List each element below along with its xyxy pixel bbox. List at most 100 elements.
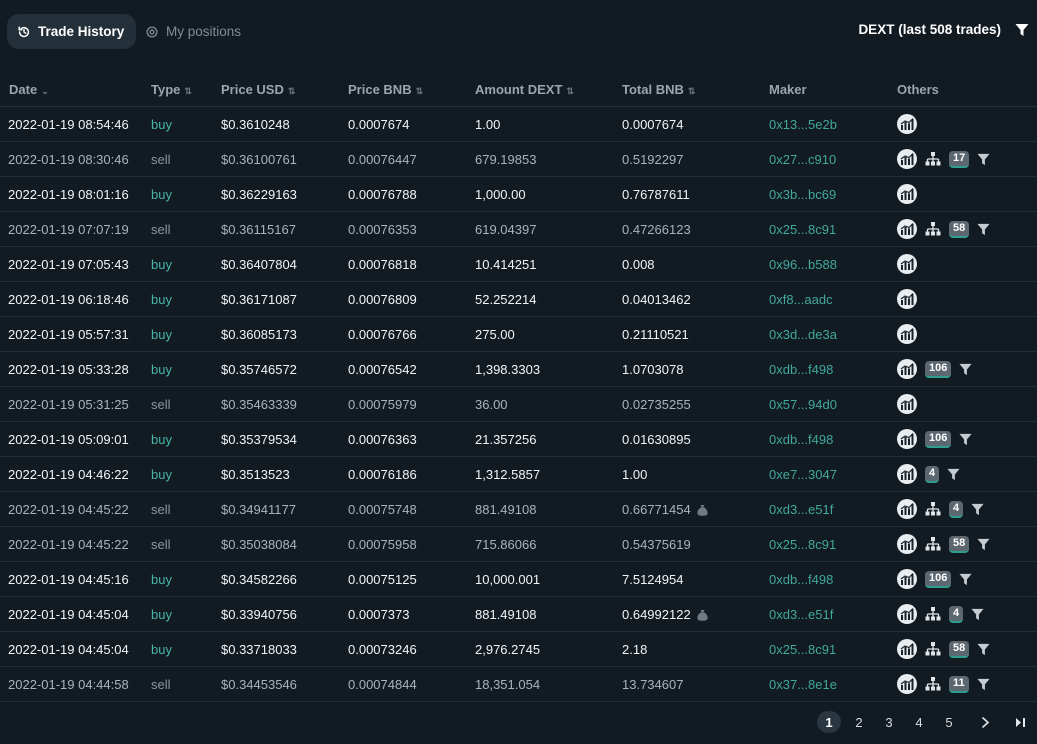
cell-maker-link[interactable]: 0xdb...f498: [769, 561, 897, 597]
cell-maker-link[interactable]: 0x57...94d0: [769, 386, 897, 422]
page-4-button[interactable]: 4: [907, 711, 931, 733]
chart-icon[interactable]: [897, 359, 917, 379]
hierarchy-icon[interactable]: [925, 152, 941, 166]
page-2-button[interactable]: 2: [847, 711, 871, 733]
hierarchy-icon[interactable]: [925, 642, 941, 656]
cell-maker-link[interactable]: 0x25...8c91: [769, 526, 897, 562]
chart-icon[interactable]: [897, 289, 917, 309]
cell-maker-link[interactable]: 0xe7...3047: [769, 456, 897, 492]
column-header-total-bnb[interactable]: Total BNB ⇅: [622, 72, 769, 107]
chart-icon[interactable]: [897, 394, 917, 414]
cell-maker-link[interactable]: 0xdb...f498: [769, 421, 897, 457]
column-header-type[interactable]: Type ⇅: [151, 72, 221, 107]
filter-icon[interactable]: [977, 223, 990, 236]
chart-icon[interactable]: [897, 429, 917, 449]
filter-icon[interactable]: [977, 643, 990, 656]
chart-icon[interactable]: [897, 569, 917, 589]
cell-maker-link[interactable]: 0x25...8c91: [769, 631, 897, 667]
total-value: 0.21110521: [622, 326, 689, 342]
others-cell-content: [897, 394, 1037, 414]
others-cell-content: 4: [897, 464, 1037, 484]
page-1-button[interactable]: 1: [817, 711, 841, 733]
last-page-button[interactable]: [1009, 711, 1033, 733]
others-cell-content: 58: [897, 639, 1037, 659]
cell-maker-link[interactable]: 0x3d...de3a: [769, 316, 897, 352]
trade-count-badge[interactable]: 58: [949, 535, 970, 553]
cell-others: [897, 281, 1037, 317]
chart-icon[interactable]: [897, 114, 917, 134]
chart-icon[interactable]: [897, 674, 917, 694]
cell-amount: 715.86066: [475, 526, 622, 562]
hierarchy-icon[interactable]: [925, 502, 941, 516]
cell-maker-link[interactable]: 0x96...b588: [769, 246, 897, 282]
cell-maker-link[interactable]: 0xdb...f498: [769, 351, 897, 387]
trade-count-badge[interactable]: 106: [925, 570, 952, 588]
chart-icon[interactable]: [897, 219, 917, 239]
cell-maker-link[interactable]: 0xf8...aadc: [769, 281, 897, 317]
cell-type: buy: [151, 631, 221, 667]
hierarchy-icon[interactable]: [925, 677, 941, 691]
filter-icon[interactable]: [977, 678, 990, 691]
cell-amount: 2,976.2745: [475, 631, 622, 667]
trade-count-badge[interactable]: 4: [949, 605, 964, 623]
filter-icon[interactable]: [1015, 23, 1029, 37]
cell-maker-link[interactable]: 0x13...5e2b: [769, 106, 897, 142]
cell-price-usd: $0.3513523: [221, 456, 348, 492]
chart-icon[interactable]: [897, 184, 917, 204]
filter-icon[interactable]: [947, 468, 960, 481]
chart-icon[interactable]: [897, 534, 917, 554]
page-3-button[interactable]: 3: [877, 711, 901, 733]
cell-price-bnb: 0.00076809: [348, 281, 475, 317]
trade-count-badge[interactable]: 106: [925, 360, 952, 378]
cell-maker-link[interactable]: 0xd3...e51f: [769, 491, 897, 527]
cell-maker-link[interactable]: 0x3b...bc69: [769, 176, 897, 212]
filter-icon[interactable]: [959, 363, 972, 376]
trade-count-badge[interactable]: 58: [949, 220, 970, 238]
next-page-button[interactable]: [973, 711, 997, 733]
table-row: 2022-01-19 04:45:04 buy $0.33718033 0.00073…: [0, 631, 1037, 667]
page-5-button[interactable]: 5: [937, 711, 961, 733]
tab-trade-history[interactable]: Trade History: [7, 14, 137, 49]
money-bag-icon: [697, 504, 708, 516]
column-header-price-bnb[interactable]: Price BNB ⇅: [348, 72, 475, 107]
filter-icon[interactable]: [971, 608, 984, 621]
filter-icon[interactable]: [959, 433, 972, 446]
chart-icon[interactable]: [897, 324, 917, 344]
chart-icon[interactable]: [897, 499, 917, 519]
trade-count-badge[interactable]: 11: [949, 675, 969, 693]
cell-amount: 679.19853: [475, 141, 622, 177]
column-header-date[interactable]: Date ⌄: [0, 72, 151, 107]
trade-count-badge[interactable]: 58: [949, 640, 970, 658]
cell-maker-link[interactable]: 0x25...8c91: [769, 211, 897, 247]
chart-icon[interactable]: [897, 254, 917, 274]
cell-others: 106: [897, 351, 1037, 387]
cell-price-bnb: 0.00073246: [348, 631, 475, 667]
tab-my-positions[interactable]: My positions: [135, 14, 253, 49]
filter-icon[interactable]: [971, 503, 984, 516]
trade-count-badge[interactable]: 17: [949, 150, 970, 168]
filter-icon[interactable]: [959, 573, 972, 586]
cell-others: [897, 316, 1037, 352]
trade-count-badge[interactable]: 4: [925, 465, 940, 483]
cell-date: 2022-01-19 06:18:46: [0, 281, 151, 317]
cell-date: 2022-01-19 05:33:28: [0, 351, 151, 387]
cell-maker-link[interactable]: 0x37...8e1e: [769, 666, 897, 702]
filter-icon[interactable]: [977, 153, 990, 166]
trade-count-badge[interactable]: 106: [925, 430, 952, 448]
hierarchy-icon[interactable]: [925, 222, 941, 236]
cell-price-bnb: 0.00076542: [348, 351, 475, 387]
chart-icon[interactable]: [897, 149, 917, 169]
chart-icon[interactable]: [897, 639, 917, 659]
chart-icon[interactable]: [897, 604, 917, 624]
column-header-amount[interactable]: Amount DEXT ⇅: [475, 72, 622, 107]
cell-total-bnb: 0.21110521: [622, 316, 769, 352]
cell-others: 58: [897, 631, 1037, 667]
hierarchy-icon[interactable]: [925, 607, 941, 621]
trade-count-badge[interactable]: 4: [949, 500, 964, 518]
cell-maker-link[interactable]: 0x27...c910: [769, 141, 897, 177]
hierarchy-icon[interactable]: [925, 537, 941, 551]
column-header-price-usd[interactable]: Price USD ⇅: [221, 72, 348, 107]
cell-maker-link[interactable]: 0xd3...e51f: [769, 596, 897, 632]
chart-icon[interactable]: [897, 464, 917, 484]
filter-icon[interactable]: [977, 538, 990, 551]
